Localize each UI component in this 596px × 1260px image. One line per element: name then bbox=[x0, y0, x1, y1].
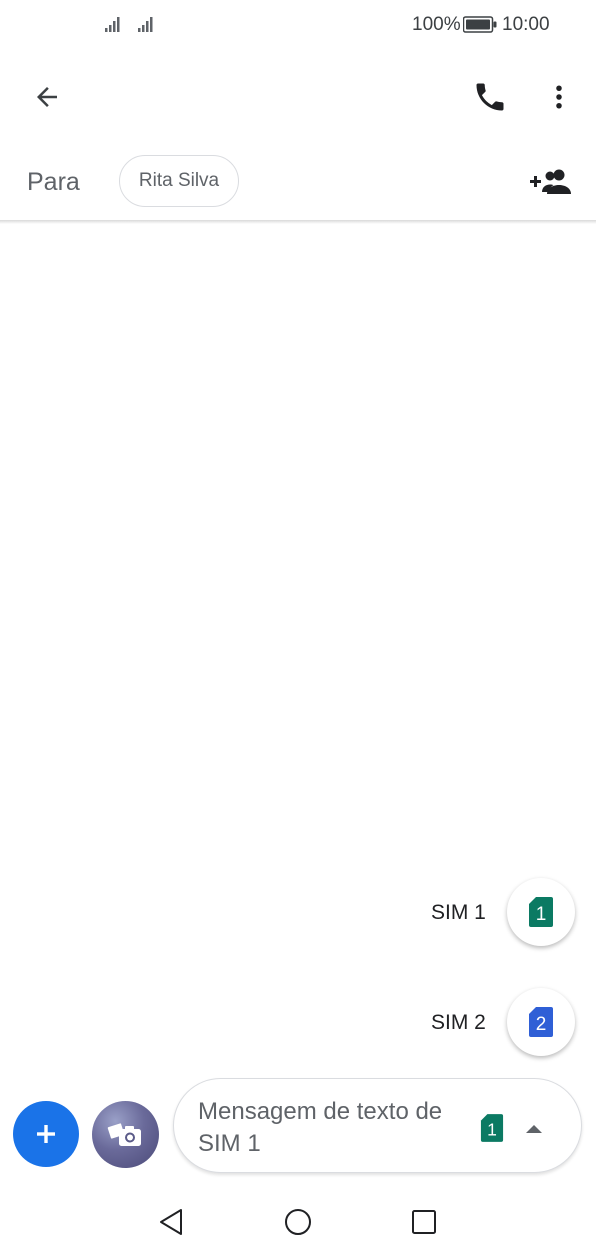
compose-sim-number: 1 bbox=[487, 1119, 497, 1139]
sim1-number: 1 bbox=[536, 904, 547, 925]
add-recipient-button[interactable] bbox=[526, 160, 574, 204]
sim2-card-icon: 2 bbox=[529, 1007, 553, 1037]
camera-gallery-button[interactable] bbox=[92, 1101, 159, 1168]
back-arrow-icon bbox=[37, 87, 57, 107]
sim1-label: SIM 1 bbox=[431, 901, 486, 924]
back-button[interactable] bbox=[24, 74, 70, 120]
battery-percent: 100% bbox=[412, 14, 461, 35]
recipient-chip[interactable]: Rita Silva bbox=[119, 155, 239, 207]
sim2-button[interactable]: 2 bbox=[507, 988, 575, 1056]
sim2-label: SIM 2 bbox=[431, 1011, 486, 1034]
recents-square-icon bbox=[412, 1210, 436, 1234]
camera-gallery-icon bbox=[107, 1122, 141, 1146]
phone-icon bbox=[476, 83, 504, 111]
more-vert-icon bbox=[556, 85, 562, 109]
navigation-bar bbox=[0, 1186, 596, 1260]
message-compose-field[interactable]: Mensagem de texto de SIM 1 1 bbox=[173, 1078, 582, 1173]
nav-home-button[interactable] bbox=[277, 1200, 319, 1244]
clock: 10:00 bbox=[502, 14, 550, 35]
status-bar: 100% 10:00 bbox=[0, 0, 596, 52]
signal-sim1-icon bbox=[105, 17, 120, 32]
sim-toggle-button[interactable] bbox=[518, 1113, 550, 1145]
compose-sim-indicator[interactable]: 1 bbox=[472, 1108, 512, 1148]
compose-placeholder[interactable]: Mensagem de texto de SIM 1 bbox=[198, 1096, 448, 1160]
battery-icon bbox=[463, 16, 497, 33]
call-button[interactable] bbox=[467, 74, 513, 120]
caret-up-icon bbox=[526, 1125, 542, 1133]
add-group-icon bbox=[530, 169, 571, 194]
sim1-card-icon: 1 bbox=[529, 897, 553, 927]
to-label: Para bbox=[27, 168, 80, 196]
back-triangle-icon bbox=[160, 1209, 182, 1235]
sim1-small-icon: 1 bbox=[480, 1114, 504, 1142]
sim2-number: 2 bbox=[536, 1014, 547, 1035]
sim1-button[interactable]: 1 bbox=[507, 878, 575, 946]
plus-icon bbox=[37, 1125, 55, 1143]
header-divider bbox=[0, 220, 596, 224]
more-options-button[interactable] bbox=[536, 74, 582, 120]
nav-back-button[interactable] bbox=[150, 1200, 192, 1244]
home-circle-icon bbox=[285, 1209, 311, 1235]
signal-sim2-icon bbox=[138, 17, 153, 32]
attach-button[interactable] bbox=[13, 1101, 79, 1167]
nav-recents-button[interactable] bbox=[403, 1200, 445, 1244]
